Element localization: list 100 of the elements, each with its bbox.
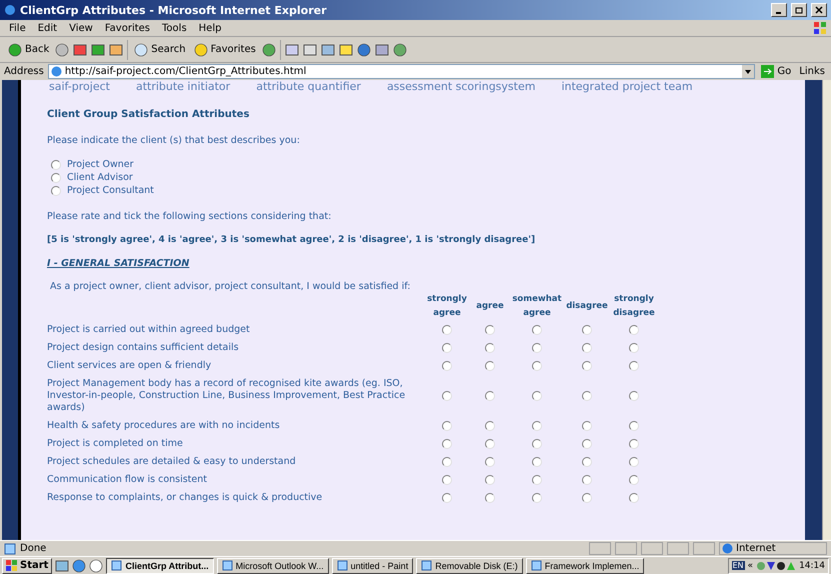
client-prompt: Please indicate the client (s) that best describes you:	[47, 135, 301, 146]
radio-button[interactable]	[629, 325, 639, 335]
radio-button[interactable]	[629, 493, 639, 503]
radio-button[interactable]	[532, 439, 542, 449]
radio-button[interactable]	[582, 439, 592, 449]
tray-icons-drawing[interactable]	[756, 560, 796, 572]
menu-item[interactable]: Tools	[157, 22, 192, 34]
status-pane	[589, 542, 611, 555]
radio-button[interactable]	[485, 325, 495, 335]
radio-button[interactable]	[582, 325, 592, 335]
scrollbar[interactable]	[822, 80, 831, 540]
menu-item[interactable]: Edit	[32, 22, 62, 34]
taskbar-button[interactable]: Microsoft Outlook W...	[216, 558, 329, 574]
radio-button[interactable]	[51, 160, 61, 170]
radio-button[interactable]	[629, 457, 639, 467]
radio-button[interactable]	[629, 343, 639, 353]
go-button[interactable]: Go	[759, 64, 794, 79]
taskbar-button[interactable]: untitled - Paint	[332, 558, 414, 574]
column-header: strongly agree	[426, 293, 468, 320]
section-heading: I - GENERAL SATISFACTION	[47, 258, 190, 269]
radio-button[interactable]	[532, 343, 542, 353]
minimize-button[interactable]	[771, 3, 787, 17]
window-icon	[530, 560, 542, 571]
radio-button[interactable]	[629, 439, 639, 449]
radio-button[interactable]	[629, 361, 639, 371]
radio-button[interactable]	[532, 391, 542, 401]
radio-button[interactable]	[485, 391, 495, 401]
toolbar-button[interactable]: Favorites	[192, 42, 258, 58]
menu-item[interactable]: Favorites	[100, 22, 156, 34]
links-button[interactable]: Links	[797, 65, 827, 78]
page-heading: Client Group Satisfaction Attributes	[47, 109, 250, 120]
intro-text: As a project owner, client advisor, project consultant, I would be satisfied if:	[49, 281, 412, 292]
radio-button[interactable]	[532, 421, 542, 431]
radio-button[interactable]	[442, 493, 452, 503]
taskbar-button[interactable]: Framework Implemen...	[526, 558, 644, 574]
option-label: Client Advisor	[67, 172, 133, 183]
language-indicator[interactable]: EN	[732, 561, 745, 570]
menu-item[interactable]: File	[4, 22, 31, 34]
status-pane	[667, 542, 689, 555]
radio-button[interactable]	[442, 391, 452, 401]
statement-text: Project is carried out within agreed budget	[47, 323, 251, 337]
menu-item[interactable]: Help	[194, 22, 226, 34]
restore-button[interactable]	[791, 3, 807, 17]
windows-logo-icon	[6, 560, 18, 572]
status-pane	[641, 542, 663, 555]
radio-button[interactable]	[442, 439, 452, 449]
radio-button[interactable]	[485, 457, 495, 467]
radio-button[interactable]	[582, 421, 592, 431]
radio-button[interactable]	[442, 457, 452, 467]
radio-button[interactable]	[629, 391, 639, 401]
radio-button[interactable]	[582, 475, 592, 485]
close-button[interactable]	[811, 3, 827, 17]
radio-button[interactable]	[485, 475, 495, 485]
expand-tray-button[interactable]: «	[748, 560, 754, 570]
radio-button[interactable]	[532, 457, 542, 467]
radio-button[interactable]	[485, 361, 495, 371]
radio-button[interactable]	[582, 343, 592, 353]
radio-button[interactable]	[629, 475, 639, 485]
dropdown-icon[interactable]	[742, 65, 754, 78]
radio-button[interactable]	[442, 421, 452, 431]
radio-button[interactable]	[442, 475, 452, 485]
taskbar-button[interactable]: ClientGrp Attribut...	[106, 558, 214, 574]
menu-item[interactable]: View	[64, 22, 98, 34]
status-pane	[693, 542, 715, 555]
start-button[interactable]: Start	[2, 558, 52, 574]
radio-button[interactable]	[442, 361, 452, 371]
column-header: strongly disagree	[612, 293, 656, 320]
toolbar-button[interactable]: Search	[132, 42, 188, 58]
statement-text: Client services are open & friendly	[47, 359, 212, 373]
radio-button[interactable]	[485, 439, 495, 449]
radio-button[interactable]	[442, 325, 452, 335]
window-title: ClientGrp Attributes - Microsoft Internet Explorer	[20, 4, 328, 16]
radio-button[interactable]	[532, 325, 542, 335]
radio-button[interactable]	[582, 493, 592, 503]
taskbar-button[interactable]: Removable Disk (E:)	[416, 558, 523, 574]
radio-button[interactable]	[485, 421, 495, 431]
radio-button[interactable]	[582, 457, 592, 467]
radio-button[interactable]	[582, 391, 592, 401]
radio-button[interactable]	[629, 421, 639, 431]
radio-button[interactable]	[532, 361, 542, 371]
option-label: Project Consultant	[67, 185, 154, 196]
statement-text: Health & safety procedures are with no incidents	[47, 419, 281, 433]
scale-legend: [5 is 'strongly agree', 4 is 'agree', 3 is 'somewhat agree', 2 is 'disagree', 1 is 'strongly disagree']	[47, 235, 805, 245]
toolbar-button[interactable]: Back	[6, 42, 52, 58]
radio-button[interactable]	[442, 343, 452, 353]
radio-button[interactable]	[532, 475, 542, 485]
radio-button[interactable]	[485, 343, 495, 353]
radio-button[interactable]	[485, 493, 495, 503]
column-header: somewhat agree	[511, 293, 563, 320]
statement-text: Project Management body has a record of recognised kite awards (eg. ISO, Investor-in-people, Construction Line, Business Improvement, Best Practice awards)	[47, 377, 406, 415]
address-label: Address	[4, 66, 44, 77]
zone-indicator: Internet	[719, 542, 827, 555]
radio-button[interactable]	[51, 186, 61, 196]
statement-text: Project is completed on time	[47, 437, 184, 451]
radio-button[interactable]	[532, 493, 542, 503]
radio-button[interactable]	[51, 172, 61, 182]
radio-button[interactable]	[582, 361, 592, 371]
address-field[interactable]: http://saif-project.com/ClientGrp_Attributes.html	[48, 64, 756, 79]
column-header: disagree	[565, 300, 609, 313]
window-icon	[111, 560, 122, 571]
